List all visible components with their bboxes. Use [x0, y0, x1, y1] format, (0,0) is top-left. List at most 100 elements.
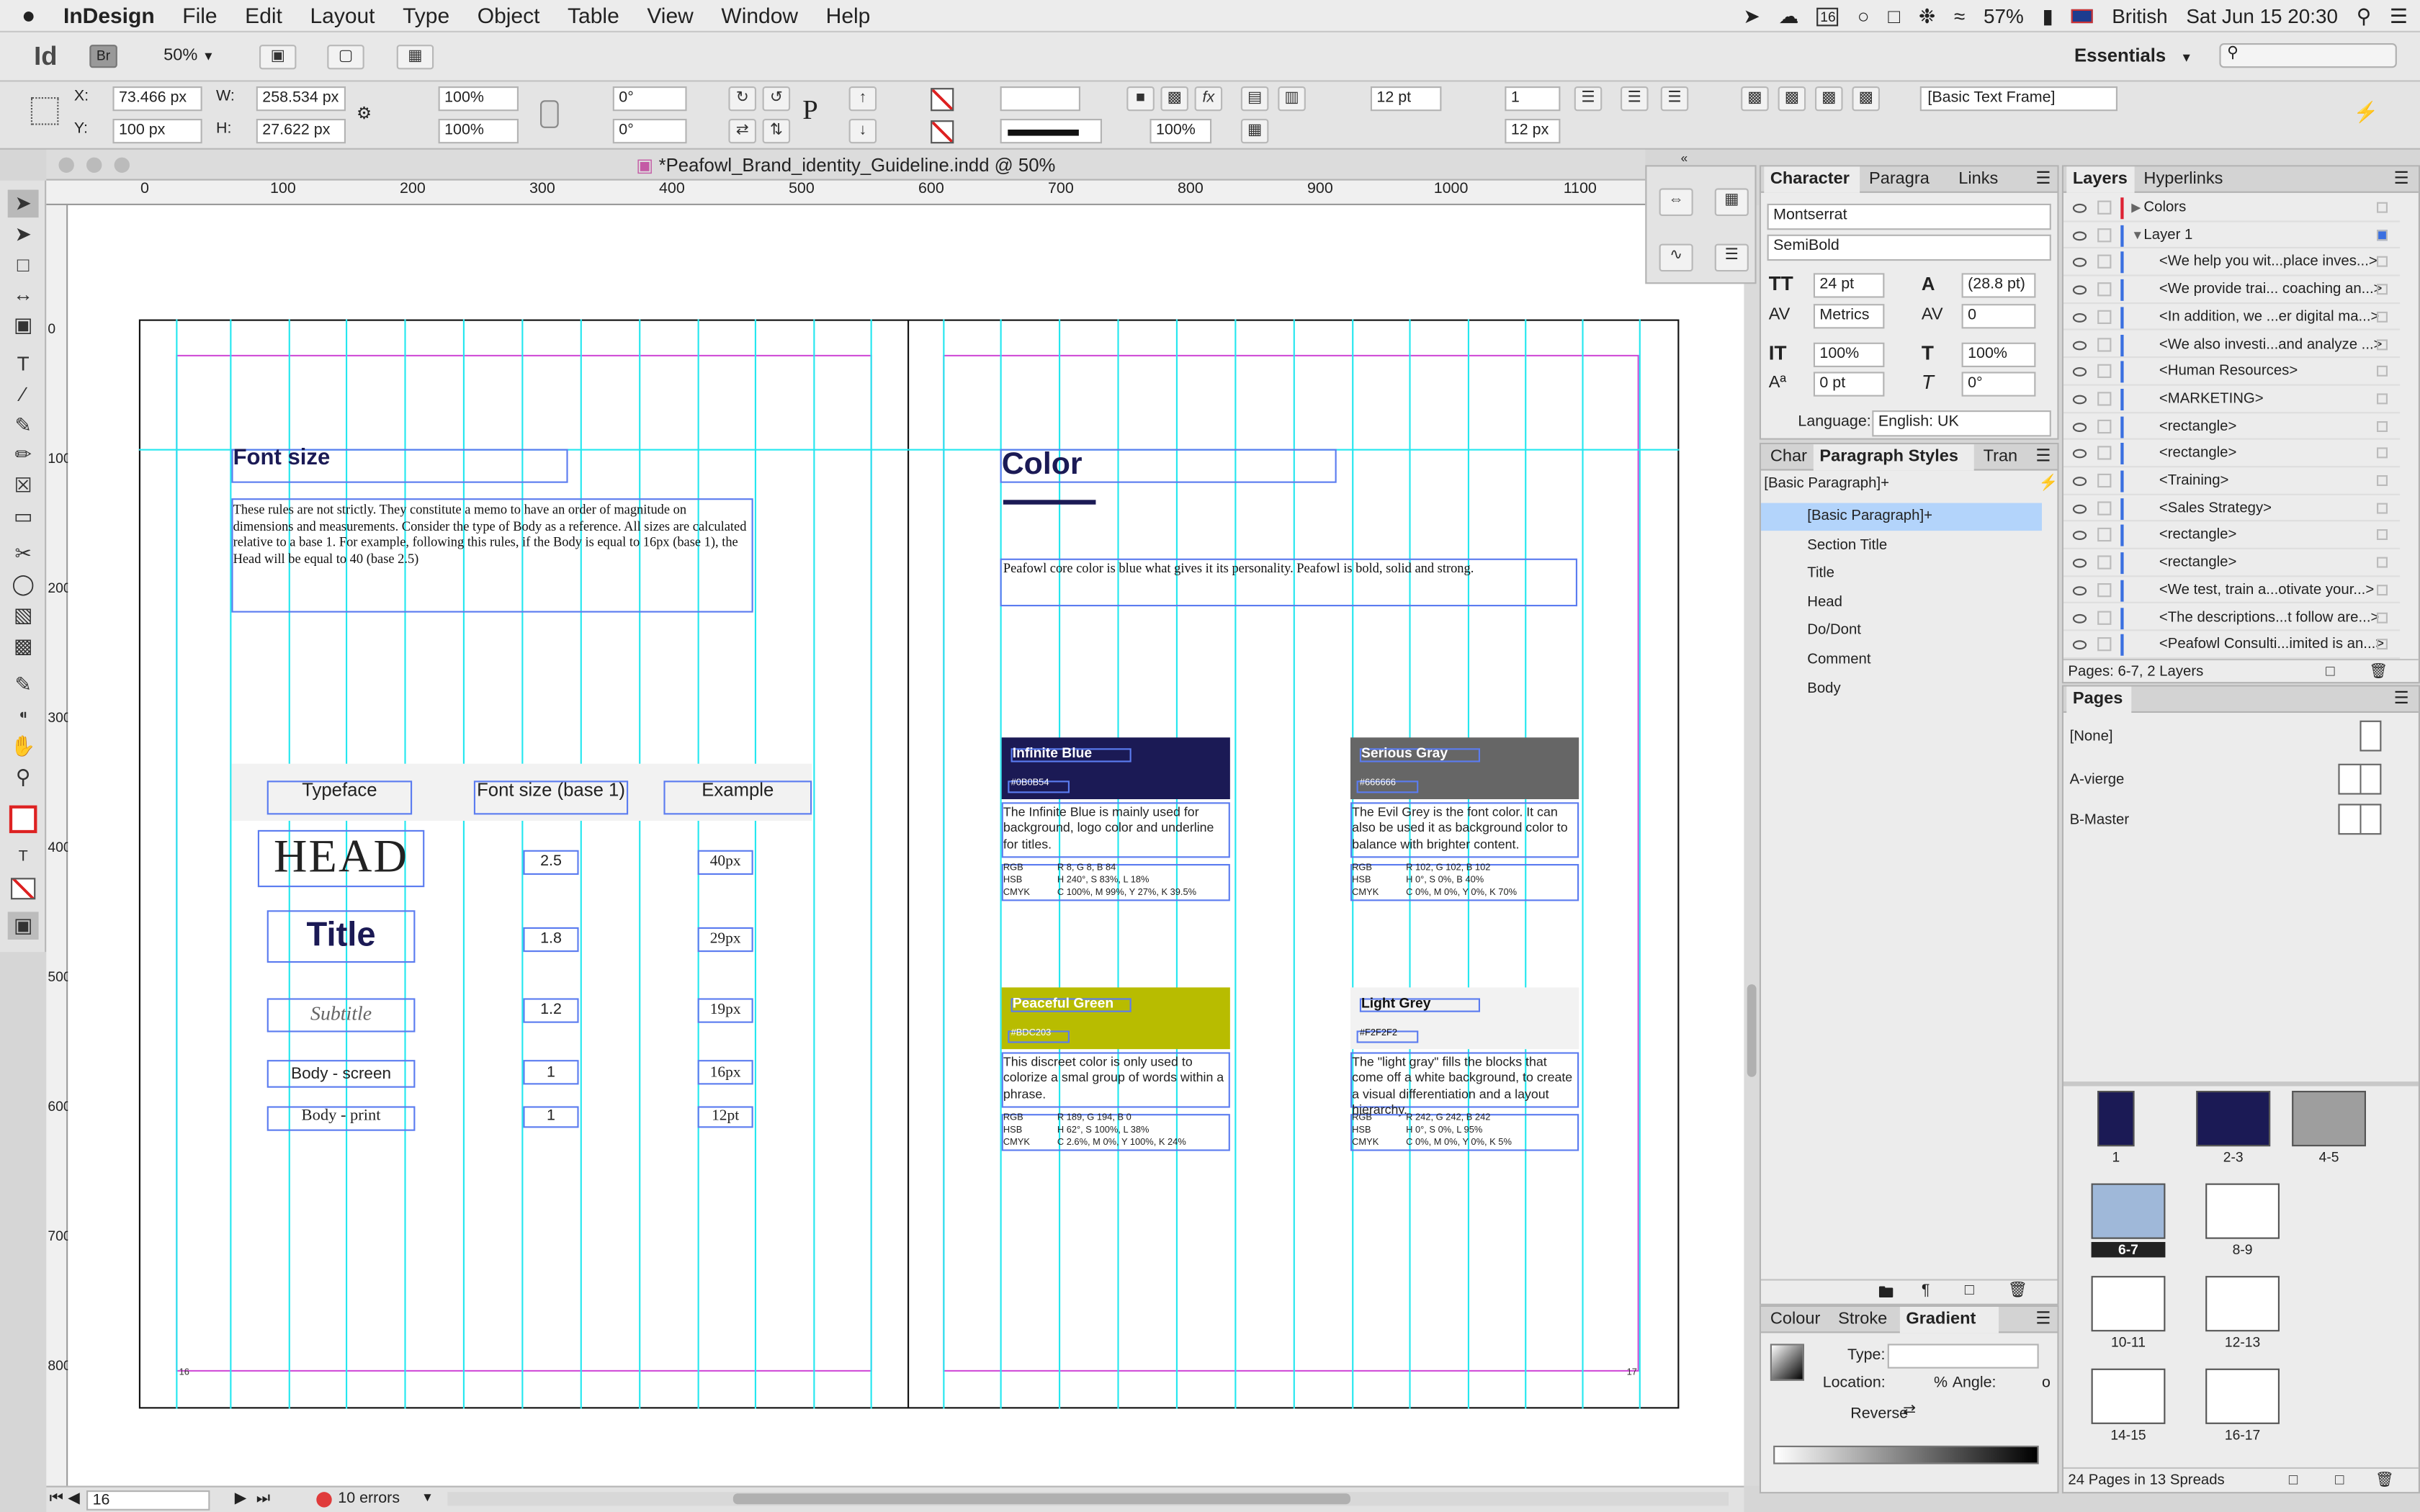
lock-toggle[interactable] [2097, 582, 2112, 597]
tab-paragraph-styles[interactable]: Paragraph Styles [1813, 444, 1974, 471]
paragraph-style-item[interactable]: Do/Dont [1761, 618, 2042, 646]
menu-edit[interactable]: Edit [231, 3, 296, 27]
fx-button[interactable]: fx [1194, 86, 1223, 112]
opacity-field[interactable]: 100% [1150, 119, 1212, 144]
stroke-none-swatch[interactable] [931, 120, 954, 144]
menu-file[interactable]: File [169, 3, 231, 27]
lock-toggle[interactable] [2097, 473, 2112, 488]
select-target-box[interactable] [2377, 420, 2388, 432]
select-target-box[interactable] [2377, 639, 2388, 650]
reverse-gradient-icon[interactable]: ⇄ [1903, 1403, 1916, 1420]
align-left-edges-button[interactable]: ▩ [1741, 86, 1769, 112]
visibility-eye-icon[interactable] [2072, 367, 2087, 377]
lock-toggle[interactable] [2097, 255, 2112, 269]
stroke-weight-field[interactable] [1000, 86, 1080, 112]
layer-item[interactable]: ▼ Layer 1 [2063, 222, 2401, 249]
panel-menu-icon[interactable]: ☰ [2030, 444, 2058, 470]
spread-thumbnail[interactable]: 14-15 [2091, 1368, 2166, 1449]
object-style-dropdown[interactable]: [Basic Text Frame] [1919, 86, 2118, 112]
select-target-box[interactable] [2377, 502, 2388, 513]
layer-object-item[interactable]: <We test, train a...otivate your...> [2063, 577, 2401, 604]
width-field[interactable]: 258.534 px [256, 86, 346, 112]
lock-toggle[interactable] [2097, 310, 2112, 324]
hand-tool-icon[interactable]: ✋ [8, 733, 39, 761]
next-spread-icon[interactable]: ▶ [235, 1490, 247, 1508]
apple-icon[interactable]: ● [0, 2, 50, 28]
visibility-eye-icon[interactable] [2072, 258, 2087, 268]
reference-point-icon[interactable] [30, 97, 59, 125]
lock-toggle[interactable] [2097, 500, 2112, 516]
line-tool-icon[interactable]: ∕ [8, 381, 39, 409]
master-a-vierge[interactable]: A-vierge [2063, 760, 2419, 801]
select-target-box[interactable] [2377, 557, 2388, 568]
type-tool-icon[interactable]: T [8, 350, 39, 378]
spread-thumbnail[interactable]: 12-13 [2205, 1276, 2280, 1356]
tab-colour[interactable]: Colour [1764, 1307, 1829, 1333]
preflight-errors[interactable]: 10 errors [338, 1490, 400, 1508]
menu-window[interactable]: Window [707, 3, 812, 27]
column-gutter-field[interactable]: 12 px [1505, 119, 1561, 144]
menu-view[interactable]: View [633, 3, 707, 27]
font-style-dropdown[interactable]: SemiBold [1767, 234, 2051, 261]
lock-toggle[interactable] [2097, 446, 2112, 461]
new-style-icon[interactable]: □ [1965, 1282, 1974, 1300]
flip-horizontal-button[interactable]: ⇄ [728, 119, 756, 144]
layer-object-item[interactable]: <MARKETING> [2063, 385, 2401, 413]
link-scale-icon[interactable] [540, 100, 559, 128]
object-effects-button[interactable]: ▩ [1160, 86, 1188, 112]
visibility-eye-icon[interactable] [2072, 531, 2087, 541]
delete-layer-icon[interactable]: 🗑 [2369, 660, 2388, 685]
align-top-button[interactable]: ☰ [1574, 86, 1603, 112]
text-wrap-button[interactable]: ▤ [1240, 86, 1269, 112]
select-target-box[interactable] [2377, 366, 2388, 377]
align-horizontal-centers-button[interactable]: ▩ [1778, 86, 1806, 112]
quick-apply-icon[interactable]: ⚡ [2354, 100, 2379, 125]
select-target-box[interactable] [2377, 448, 2388, 459]
menu-type[interactable]: Type [389, 3, 464, 27]
skew-field[interactable]: 0° [1961, 372, 2036, 397]
tab-gradient[interactable]: Gradient [1899, 1307, 1999, 1333]
wifi-icon[interactable]: ≈ [1954, 4, 1965, 27]
select-target-box[interactable] [2377, 393, 2388, 405]
visibility-eye-icon[interactable] [2072, 585, 2087, 595]
window-close-button[interactable] [58, 157, 74, 173]
visibility-eye-icon[interactable] [2072, 203, 2087, 213]
zoom-level-dropdown[interactable]: 50% ▼ [154, 43, 222, 69]
layer-object-item[interactable]: <We provide trai... coaching an...> [2063, 276, 2401, 304]
tab-hyperlinks[interactable]: Hyperlinks [2138, 166, 2239, 192]
creative-cloud-icon[interactable]: ☁ [1778, 4, 1798, 28]
swatch-card[interactable]: Peaceful Green #BDC203 This discreet col… [1001, 987, 1230, 1180]
spread-thumbnail[interactable]: 8-9 [2205, 1183, 2280, 1264]
layer-object-item[interactable]: <rectangle> [2063, 413, 2401, 441]
gradient-swatch-tool-icon[interactable]: ▧ [8, 602, 39, 630]
layer-object-item[interactable]: <Sales Strategy> [2063, 495, 2401, 523]
horizontal-scrollbar[interactable] [447, 1492, 1729, 1506]
gap-tool-icon[interactable]: ↔ [8, 281, 39, 309]
page-transitions-icon[interactable]: ⇔ [1659, 188, 1693, 216]
select-target-box[interactable] [2377, 584, 2388, 595]
swatch-card[interactable]: Infinite Blue #0B0B54 The Infinite Blue … [1001, 737, 1230, 930]
visibility-eye-icon[interactable] [2072, 285, 2087, 295]
page-tool-icon[interactable]: □ [8, 251, 39, 279]
collapse-arrows-icon[interactable]: « [1681, 151, 1688, 165]
battery-icon[interactable]: ▮ [2042, 4, 2053, 28]
tab-transform[interactable]: Tran [1977, 444, 2027, 470]
free-transform-tool-icon[interactable]: ◯ [8, 571, 39, 599]
leading-field[interactable]: (28.8 pt) [1961, 273, 2036, 298]
paragraph-style-item[interactable]: [Basic Paragraph]+ [1761, 503, 2042, 531]
constrain-proportions-icon[interactable]: ⚙ [357, 104, 372, 124]
panel-menu-icon[interactable]: ☰ [2030, 1307, 2058, 1333]
layer-item[interactable]: ▶ Colors [2063, 194, 2401, 222]
align-right-edges-button[interactable]: ▩ [1815, 86, 1843, 112]
lock-toggle[interactable] [2097, 228, 2112, 242]
visibility-eye-icon[interactable] [2072, 613, 2087, 623]
horizontal-scale-field[interactable]: 100% [1961, 342, 2036, 367]
visibility-eye-icon[interactable] [2072, 230, 2087, 240]
pages-divider[interactable] [2063, 1081, 2419, 1086]
visibility-eye-icon[interactable] [2072, 640, 2087, 650]
flip-vertical-button[interactable]: ⇅ [762, 119, 791, 144]
horizontal-ruler[interactable]: 0 100 200 300 400 500 600 700 800 900 10… [46, 180, 1646, 205]
select-target-box[interactable] [2377, 256, 2388, 268]
select-content-button[interactable]: ↓ [848, 119, 877, 144]
paragraph-style-item[interactable]: Title [1761, 560, 2042, 588]
